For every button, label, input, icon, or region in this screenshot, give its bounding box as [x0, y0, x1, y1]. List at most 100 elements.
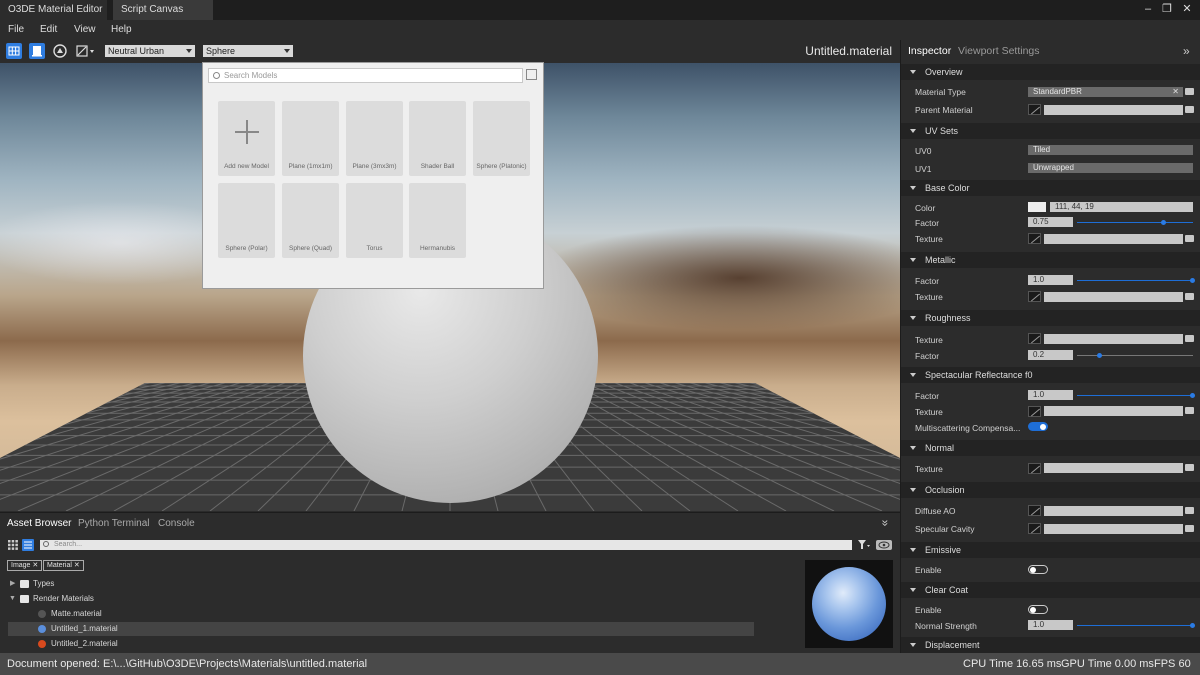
collapse-panel-icon[interactable]: » [878, 520, 892, 527]
chevron-down-icon[interactable]: ▼ [9, 592, 16, 606]
tree-item-render-materials[interactable]: ▼ Render Materials [8, 592, 754, 606]
model-tile-torus[interactable]: Torus [346, 183, 403, 258]
tab-script-canvas[interactable]: Script Canvas [113, 0, 213, 20]
menu-file[interactable]: File [8, 20, 24, 40]
thumbnail-swatch[interactable] [1028, 406, 1041, 417]
thumbnail-swatch[interactable] [1028, 463, 1041, 474]
folder-icon[interactable] [1185, 507, 1194, 514]
folder-icon[interactable] [1185, 293, 1194, 300]
base-color-factor-slider[interactable] [1077, 222, 1193, 223]
tree-item-matte-material[interactable]: Matte.material [8, 607, 754, 621]
menu-help[interactable]: Help [111, 20, 132, 40]
model-tile-add-new[interactable]: Add new Model [218, 101, 275, 176]
folder-icon[interactable] [1185, 88, 1194, 95]
material-type-field[interactable]: StandardPBR ✕ [1028, 87, 1183, 97]
eye-icon[interactable] [876, 540, 892, 550]
thumbnail-swatch[interactable] [1028, 291, 1041, 302]
folder-icon[interactable] [1185, 464, 1194, 471]
specular-factor-field[interactable]: 1.0 [1028, 390, 1073, 400]
menu-view[interactable]: View [74, 20, 96, 40]
section-base-color[interactable]: Base Color [901, 180, 1200, 196]
thumbnail-swatch[interactable] [1028, 104, 1041, 115]
tab-python-terminal[interactable]: Python Terminal [78, 518, 150, 529]
uv0-field[interactable]: Tiled [1028, 145, 1193, 155]
shadow-catcher-icon[interactable] [29, 43, 45, 59]
grid-view-icon[interactable] [8, 540, 18, 550]
normal-strength-field[interactable]: 1.0 [1028, 620, 1073, 630]
specular-cavity-field[interactable] [1044, 524, 1183, 534]
model-tile-sphere-quad[interactable]: Sphere (Quad) [282, 183, 339, 258]
base-color-factor-field[interactable]: 0.75 [1028, 217, 1073, 227]
model-tile-sphere-polar[interactable]: Sphere (Polar) [218, 183, 275, 258]
thumbnail-swatch[interactable] [1028, 233, 1041, 244]
tree-item-untitled-1-material[interactable]: Untitled_1.material [8, 622, 754, 636]
close-icon[interactable]: ✕ [74, 562, 80, 569]
folder-icon[interactable] [1185, 525, 1194, 532]
model-tile-plane-3m[interactable]: Plane (3mx3m) [346, 101, 403, 176]
slider-knob[interactable] [1161, 220, 1166, 225]
section-normal[interactable]: Normal [901, 440, 1200, 456]
tree-item-untitled-2-material[interactable]: Untitled_2.material [8, 637, 754, 651]
chevron-right-icon[interactable]: ▶ [10, 577, 15, 591]
folder-icon[interactable] [1185, 106, 1194, 113]
section-displacement[interactable]: Displacement [901, 637, 1200, 653]
tree-item-types[interactable]: ▶ Types [8, 577, 754, 591]
menu-edit[interactable]: Edit [40, 20, 57, 40]
normal-texture-field[interactable] [1044, 463, 1183, 473]
model-tile-plane-1m[interactable]: Plane (1mx1m) [282, 101, 339, 176]
multiscattering-toggle[interactable] [1028, 422, 1048, 431]
asset-search-input[interactable]: Search... [40, 540, 852, 550]
slider-knob[interactable] [1190, 623, 1195, 628]
color-rgb-field[interactable]: 111, 44, 19 [1050, 202, 1193, 212]
section-occlusion[interactable]: Occlusion [901, 482, 1200, 498]
thumbnail-swatch[interactable] [1028, 505, 1041, 516]
section-specular[interactable]: Spectacular Reflectance f0 [901, 367, 1200, 383]
model-preset-dropdown[interactable]: Sphere [203, 45, 293, 57]
section-roughness[interactable]: Roughness [901, 310, 1200, 326]
section-emissive[interactable]: Emissive [901, 542, 1200, 558]
expand-icon[interactable] [526, 69, 537, 80]
roughness-factor-slider[interactable] [1077, 355, 1193, 356]
section-metallic[interactable]: Metallic [901, 252, 1200, 268]
thumbnail-swatch[interactable] [1028, 523, 1041, 534]
tab-inspector[interactable]: Inspector [908, 40, 951, 62]
roughness-texture-field[interactable] [1044, 334, 1183, 344]
normal-strength-slider[interactable] [1077, 625, 1193, 626]
metallic-texture-field[interactable] [1044, 292, 1183, 302]
collapse-all-icon[interactable]: » [1183, 45, 1190, 57]
filter-tag-image[interactable]: Image ✕ [7, 560, 43, 571]
specular-factor-slider[interactable] [1077, 395, 1193, 396]
specular-texture-field[interactable] [1044, 406, 1183, 416]
tab-asset-browser[interactable]: Asset Browser [7, 518, 71, 529]
tonemap-icon[interactable] [76, 43, 94, 59]
parent-material-field[interactable] [1044, 105, 1183, 115]
filter-icon[interactable] [858, 540, 870, 550]
model-tile-hermanubis[interactable]: Hermanubis [409, 183, 466, 258]
tab-console[interactable]: Console [158, 518, 195, 529]
close-icon[interactable]: ✕ [1180, 2, 1194, 16]
restore-icon[interactable]: ❐ [1160, 2, 1174, 16]
uv1-field[interactable]: Unwrapped [1028, 163, 1193, 173]
filter-tag-material[interactable]: Material ✕ [43, 560, 84, 571]
color-swatch[interactable] [1028, 202, 1046, 212]
slider-knob[interactable] [1190, 393, 1195, 398]
slider-knob[interactable] [1190, 278, 1195, 283]
folder-icon[interactable] [1185, 335, 1194, 342]
roughness-factor-field[interactable]: 0.2 [1028, 350, 1073, 360]
close-icon[interactable]: ✕ [32, 562, 38, 569]
clear-icon[interactable]: ✕ [1172, 87, 1179, 97]
folder-icon[interactable] [1185, 235, 1194, 242]
list-view-icon[interactable] [22, 539, 34, 551]
slider-knob[interactable] [1097, 353, 1103, 358]
skybox-toggle-icon[interactable] [52, 43, 68, 59]
model-search-input[interactable]: Search Models [208, 68, 523, 83]
base-color-texture-field[interactable] [1044, 234, 1183, 244]
tab-viewport-settings[interactable]: Viewport Settings [958, 40, 1040, 62]
minimize-icon[interactable]: – [1141, 2, 1155, 16]
metallic-factor-field[interactable]: 1.0 [1028, 275, 1073, 285]
diffuse-ao-field[interactable] [1044, 506, 1183, 516]
tab-material-editor[interactable]: O3DE Material Editor [0, 0, 107, 20]
clear-coat-enable-toggle[interactable] [1028, 605, 1048, 614]
metallic-factor-slider[interactable] [1077, 280, 1193, 281]
section-overview[interactable]: Overview [901, 64, 1200, 80]
